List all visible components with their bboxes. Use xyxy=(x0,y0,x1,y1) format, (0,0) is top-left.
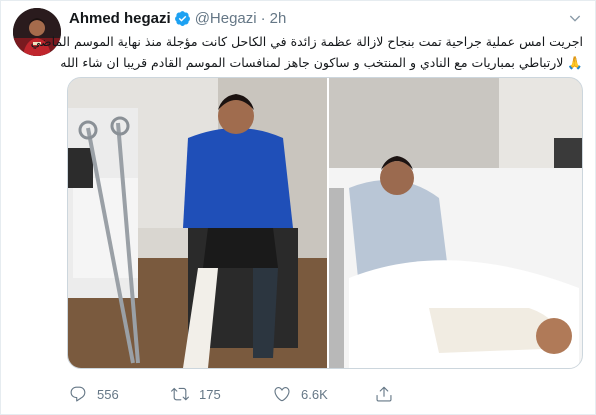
author-name[interactable]: Ahmed hegazi xyxy=(69,10,171,27)
verified-badge-icon xyxy=(174,10,191,27)
retweet-button[interactable]: 175 xyxy=(171,385,273,403)
share-icon xyxy=(376,386,392,402)
share-button[interactable] xyxy=(375,385,393,403)
header-separator: · xyxy=(260,9,266,27)
tweet-text-line-1: اجريت امس عملية جراحية تمت بنجاح لازالة … xyxy=(30,34,583,49)
reply-button[interactable]: 556 xyxy=(69,385,171,403)
reply-icon xyxy=(70,386,86,402)
tweet-actions: 556 175 6.6K xyxy=(69,385,393,403)
like-button[interactable]: 6.6K xyxy=(273,385,375,403)
retweet-icon xyxy=(171,387,189,401)
reply-count: 556 xyxy=(97,386,119,402)
heart-icon xyxy=(274,387,290,402)
author-handle[interactable]: @Hegazi xyxy=(195,10,257,27)
tweet-text-line-2-body: لارتباطي بمباريات مع النادي و المنتخب و … xyxy=(60,55,564,70)
photo-hospital-bed[interactable] xyxy=(329,78,582,368)
photo-sitting-crutches[interactable] xyxy=(68,78,327,368)
tweet-timestamp[interactable]: 2h xyxy=(270,10,287,27)
like-count: 6.6K xyxy=(301,386,328,402)
pray-emoji: 🙏 xyxy=(567,55,583,70)
tweet-header: Ahmed hegazi @Hegazi · 2h xyxy=(69,8,583,28)
tweet-text-line-2: 🙏 لارتباطي بمباريات مع النادي و المنتخب … xyxy=(60,52,583,73)
tweet-media[interactable] xyxy=(67,77,583,369)
tweet-text: اجريت امس عملية جراحية تمت بنجاح لازالة … xyxy=(30,31,583,73)
tweet-card[interactable]: Ahmed hegazi @Hegazi · 2h اجريت امس عملي… xyxy=(0,0,596,415)
chevron-down-icon[interactable] xyxy=(567,10,583,26)
retweet-count: 175 xyxy=(199,386,221,402)
